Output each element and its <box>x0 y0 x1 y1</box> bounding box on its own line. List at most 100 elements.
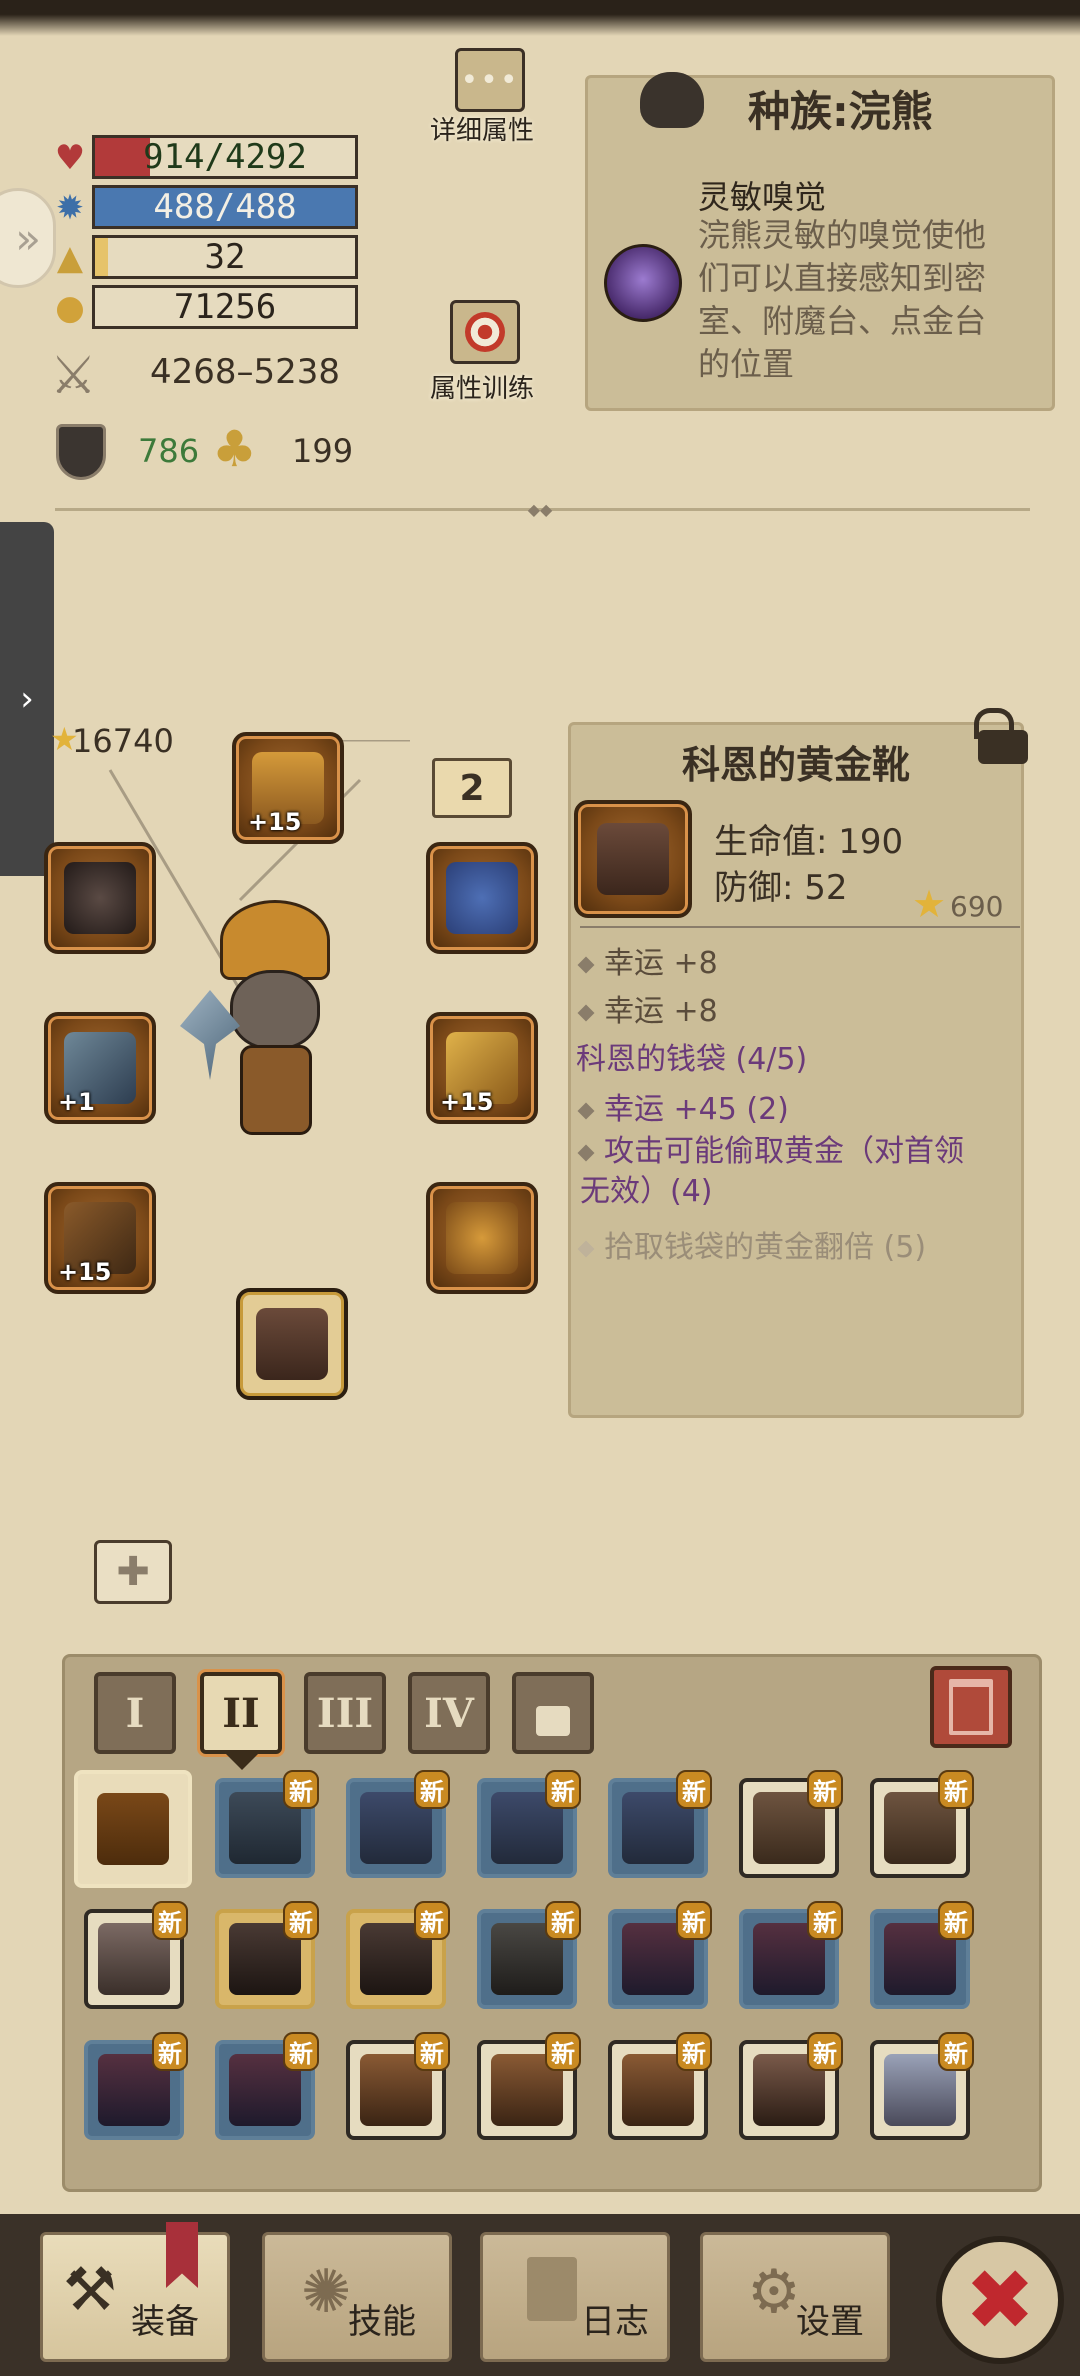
set-bonus-text: 幸运 +45 (2) <box>604 1092 789 1127</box>
new-badge: 新 <box>414 1770 450 1809</box>
new-badge: 新 <box>938 1901 974 1940</box>
inventory-slot[interactable]: 新 <box>608 1901 712 2009</box>
inventory-slot[interactable]: 新 <box>870 1770 974 1878</box>
affix-text: 幸运 +8 <box>604 994 718 1029</box>
inventory-slot[interactable]: 新 <box>346 1770 450 1878</box>
amulet-slot[interactable] <box>426 842 538 954</box>
inventory-slot[interactable]: 新 <box>346 1901 450 2009</box>
gold-coins-icon: ● <box>55 288 85 328</box>
nav-settings-button[interactable]: ⚙ 设置 <box>700 2232 890 2362</box>
tab-2[interactable]: II <box>200 1672 282 1754</box>
inventory-slot[interactable]: 新 <box>84 1901 188 2009</box>
nav-log-button[interactable]: 日志 <box>480 2232 670 2362</box>
settings-gear-icon: ⚙ <box>747 2257 801 2327</box>
attack-value: 4268–5238 <box>150 352 341 392</box>
item-score-star-icon: ★ <box>912 882 947 926</box>
nav-equip-label: 装备 <box>131 2302 199 2342</box>
bullet-icon <box>577 1004 595 1021</box>
tab-4[interactable]: IV <box>408 1672 490 1754</box>
inventory-slot[interactable]: 新 <box>739 1770 843 1878</box>
chevron-right-icon: › <box>20 679 34 719</box>
tab-1[interactable]: I <box>94 1672 176 1754</box>
inventory-slot[interactable]: 新 <box>870 2032 974 2140</box>
armor-slot[interactable]: +15 <box>426 1012 538 1124</box>
attribute-training-button[interactable] <box>450 300 520 364</box>
weapon-slot[interactable]: +1 <box>44 1012 156 1124</box>
gloves-level: +15 <box>58 1258 112 1286</box>
add-slot-button[interactable]: ✚ <box>94 1540 172 1604</box>
new-badge: 新 <box>545 2032 581 2071</box>
helmet-slot[interactable]: +15 <box>232 732 344 844</box>
inventory-slot[interactable]: 新 <box>477 1901 581 2009</box>
new-badge: 新 <box>152 2032 188 2071</box>
inventory-slot[interactable]: 新 <box>870 1901 974 2009</box>
set-bonus-text: 攻击可能偷取黄金（对首领无效）(4) <box>580 1134 964 1209</box>
inventory-slot[interactable]: 新 <box>215 1770 319 1878</box>
trash-icon <box>949 1679 993 1735</box>
inventory-slot[interactable]: 新 <box>215 1901 319 2009</box>
level-bar: 32 <box>92 235 358 279</box>
item-score: 690 <box>950 890 1004 923</box>
boots-slot[interactable] <box>236 1288 348 1400</box>
inventory-slot[interactable]: 新 <box>346 2032 450 2140</box>
inventory-slot[interactable] <box>74 1770 192 1888</box>
double-chevron-right-icon: » <box>15 213 41 263</box>
inventory-slot[interactable]: 新 <box>739 2032 843 2140</box>
new-badge: 新 <box>807 1901 843 1940</box>
divider-ornament: ◆◆ <box>527 500 553 519</box>
raccoon-icon <box>640 72 704 128</box>
inventory-slot[interactable]: 新 <box>477 2032 581 2140</box>
amulet-item-icon <box>446 862 518 934</box>
expand-left-button[interactable]: » <box>0 188 56 288</box>
cloak-slot[interactable] <box>44 842 156 954</box>
new-badge: 新 <box>676 1901 712 1940</box>
character-head <box>230 970 320 1050</box>
nav-skills-label: 技能 <box>348 2302 416 2342</box>
belt-slot[interactable] <box>426 1182 538 1294</box>
set-bonus-text: 拾取钱袋的黄金翻倍 (5) <box>604 1230 927 1265</box>
active-tab-pointer <box>226 1754 258 1770</box>
bullet-icon <box>577 956 595 973</box>
close-x-icon: ✖ <box>964 2251 1036 2349</box>
level-triangle-icon: ▲ <box>56 238 84 278</box>
mana-gear-icon: ✹ <box>55 188 85 228</box>
set-name: 科恩的钱袋 (4/5) <box>576 1042 808 1077</box>
inventory-slot[interactable]: 新 <box>608 2032 712 2140</box>
affix-row: 幸运 +8 <box>577 938 718 982</box>
tab-3[interactable]: III <box>304 1672 386 1754</box>
raccoon-character <box>180 900 360 1170</box>
race-title: 种族:浣熊 <box>748 87 933 136</box>
defense-value: 786 <box>138 432 200 470</box>
cloak-item-icon <box>64 862 136 934</box>
log-book-icon <box>527 2257 577 2321</box>
detail-attributes-label: 详细属性 <box>430 116 535 146</box>
inventory-slot[interactable]: 新 <box>477 1770 581 1878</box>
crossed-swords-icon: ⚔ <box>50 346 97 406</box>
armor-level: +15 <box>440 1088 494 1116</box>
inventory-grid: 新新新新新新新新新新新新新新新新新新新新 <box>74 1770 1028 2158</box>
set-bonus-row: 攻击可能偷取黄金（对首领无效）(4) <box>577 1132 980 1212</box>
inventory-slot[interactable]: 新 <box>215 2032 319 2140</box>
skills-gear-icon: ✺ <box>301 2257 352 2327</box>
inventory-slot[interactable]: 新 <box>608 1770 712 1878</box>
mp-bar: 488/488 <box>92 185 358 229</box>
close-button[interactable]: ✖ <box>936 2236 1064 2364</box>
gloves-slot[interactable]: +15 <box>44 1182 156 1294</box>
new-badge: 新 <box>807 1770 843 1809</box>
character-body <box>240 1045 312 1135</box>
character-hat <box>220 900 330 980</box>
nav-equip-button[interactable]: ⚒ 装备 <box>40 2232 230 2362</box>
item-stat-defense: 防御: 52 <box>714 868 848 908</box>
new-badge: 新 <box>414 1901 450 1940</box>
inventory-slot[interactable]: 新 <box>84 2032 188 2140</box>
tab-locked[interactable] <box>512 1672 594 1754</box>
inventory-slot[interactable]: 新 <box>739 1901 843 2009</box>
detail-attributes-button[interactable]: ••• <box>455 48 525 112</box>
weapon-level: +1 <box>58 1088 95 1116</box>
race-skill-name: 灵敏嗅觉 <box>698 178 827 216</box>
new-badge: 新 <box>676 1770 712 1809</box>
new-badge: 新 <box>152 1901 188 1940</box>
trash-button[interactable] <box>930 1666 1012 1748</box>
shield-icon <box>56 424 106 480</box>
nav-skills-button[interactable]: ✺ 技能 <box>262 2232 452 2362</box>
